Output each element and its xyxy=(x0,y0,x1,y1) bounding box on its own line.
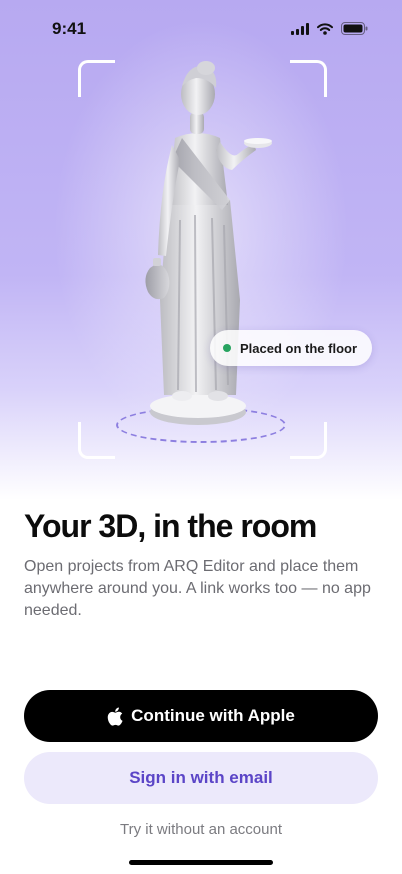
wifi-icon xyxy=(317,22,333,35)
status-icons xyxy=(291,22,368,35)
apple-logo-icon xyxy=(107,707,123,726)
cellular-signal-icon xyxy=(291,22,309,35)
viewfinder-corner-bottom-right xyxy=(290,422,327,459)
hero-ar-preview: 9:41 Placed on the floor xyxy=(0,0,402,500)
try-without-account-link[interactable]: Try it without an account xyxy=(0,821,402,838)
placed-status-chip: Placed on the floor xyxy=(210,330,373,366)
battery-icon xyxy=(341,22,368,35)
viewfinder-corner-bottom-left xyxy=(78,422,115,459)
continue-with-apple-label: Continue with Apple xyxy=(131,706,295,725)
viewfinder-corner-top-right xyxy=(290,60,327,97)
onboarding-headline: Your 3D, in the room xyxy=(24,508,317,544)
viewfinder-corner-top-left xyxy=(78,60,115,97)
status-dot-icon xyxy=(223,344,231,352)
continue-with-apple-button[interactable]: Continue with Apple xyxy=(24,690,378,742)
statue-3d-model xyxy=(145,61,272,425)
status-time: 9:41 xyxy=(52,19,87,38)
sign-in-with-email-label: Sign in with email xyxy=(129,768,273,787)
placed-status-label: Placed on the floor xyxy=(240,340,358,356)
onboarding-body: Open projects from ARQ Editor and place … xyxy=(24,558,371,619)
sign-in-with-email-button[interactable]: Sign in with email xyxy=(24,752,378,804)
home-indicator[interactable] xyxy=(129,860,273,865)
